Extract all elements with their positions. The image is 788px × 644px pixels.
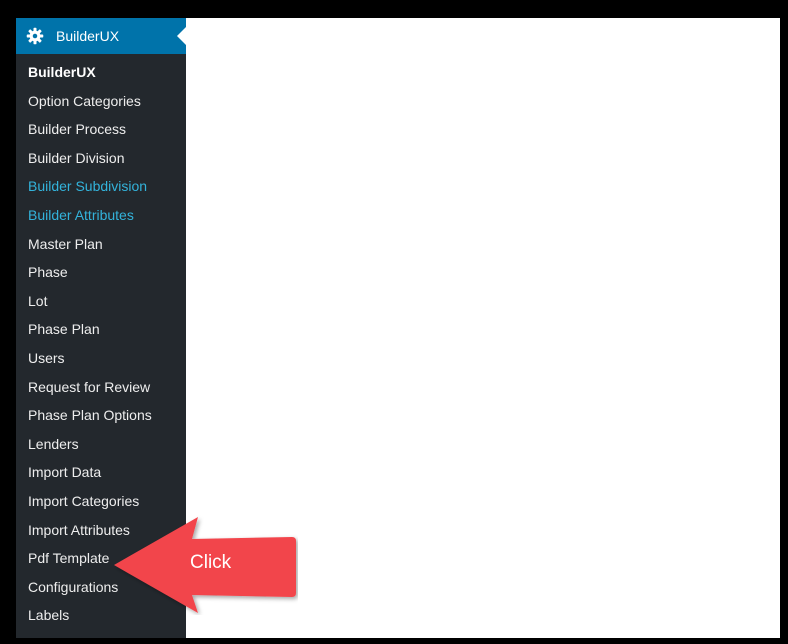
sidebar-item-import-categories[interactable]: Import Categories xyxy=(16,487,186,516)
sidebar-item-builder-attributes[interactable]: Builder Attributes xyxy=(16,201,186,230)
sidebar-item-builder-division[interactable]: Builder Division xyxy=(16,144,186,173)
sidebar-item-option-categories[interactable]: Option Categories xyxy=(16,87,186,116)
sidebar-item-lenders[interactable]: Lenders xyxy=(16,430,186,459)
sidebar-item-users[interactable]: Users xyxy=(16,344,186,373)
gear-icon xyxy=(26,27,44,45)
sidebar-item-phase-plan-options[interactable]: Phase Plan Options xyxy=(16,401,186,430)
callout-label: Click xyxy=(190,552,232,573)
sidebar-item-import-data[interactable]: Import Data xyxy=(16,458,186,487)
sidebar-item-phase[interactable]: Phase xyxy=(16,258,186,287)
sidebar-item-request-for-review[interactable]: Request for Review xyxy=(16,373,186,402)
sidebar-item-master-plan[interactable]: Master Plan xyxy=(16,230,186,259)
sidebar-item-builder-subdivision[interactable]: Builder Subdivision xyxy=(16,172,186,201)
sidebar-item-lot[interactable]: Lot xyxy=(16,287,186,316)
current-menu-pointer xyxy=(177,27,186,45)
sidebar-header-builderux[interactable]: BuilderUX xyxy=(16,18,186,54)
sidebar-item-phase-plan[interactable]: Phase Plan xyxy=(16,315,186,344)
sidebar-item-builderux[interactable]: BuilderUX xyxy=(16,58,186,87)
sidebar-item-builder-process[interactable]: Builder Process xyxy=(16,115,186,144)
sidebar-header-title: BuilderUX xyxy=(56,28,120,44)
